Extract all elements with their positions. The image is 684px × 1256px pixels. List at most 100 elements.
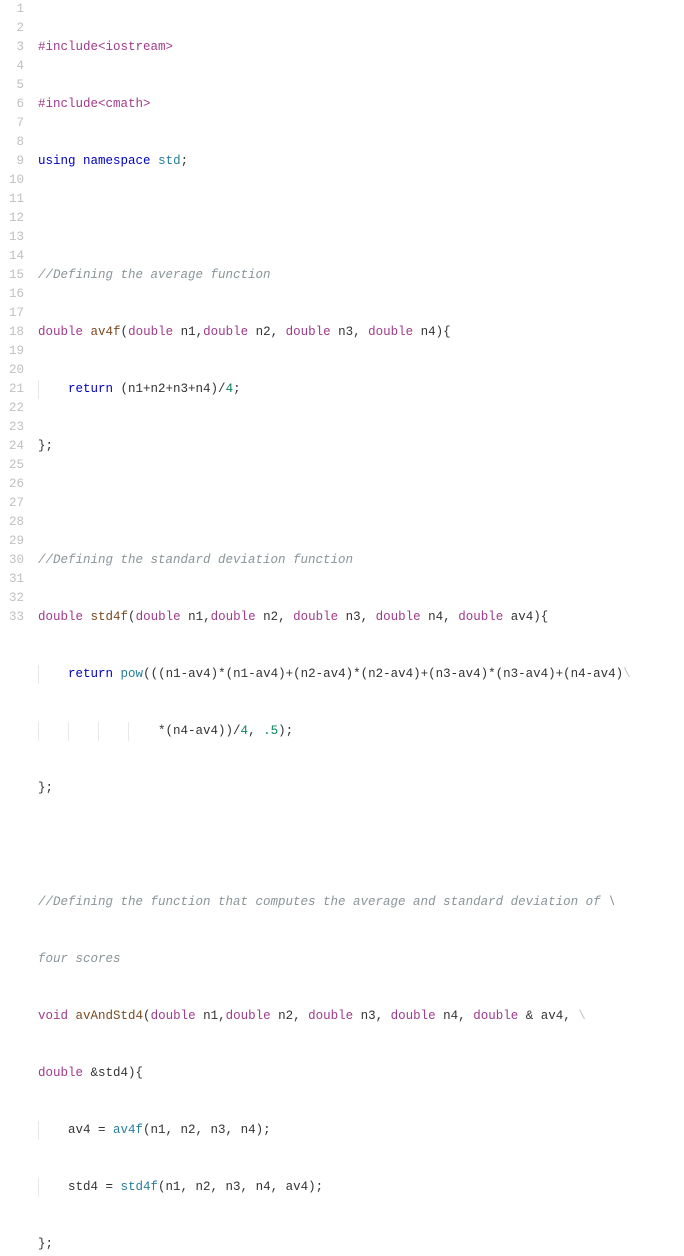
line-number: 31 [0, 570, 24, 589]
punct-token: }; [38, 1237, 53, 1251]
line-number: 32 [0, 589, 24, 608]
call-token: pow [121, 667, 144, 681]
keyword-token: using [38, 154, 76, 168]
continuation-token: \ [623, 667, 631, 681]
code-line[interactable]: //Defining the average function [38, 266, 684, 285]
line-number: 3 [0, 38, 24, 57]
function-token: avAndStd4 [76, 1009, 144, 1023]
code-line[interactable] [38, 836, 684, 855]
code-line[interactable]: return (n1+n2+n3+n4)/4; [38, 380, 684, 399]
punct-token: }; [38, 781, 53, 795]
line-number: 24 [0, 437, 24, 456]
preproc-token: #include [38, 97, 98, 111]
ident-token: n1, [196, 1009, 226, 1023]
expr-token: (((n1-av4)*(n1-av4)+(n2-av4)*(n2-av4)+(n… [143, 667, 623, 681]
punct-token: ); [278, 724, 293, 738]
line-number: 16 [0, 285, 24, 304]
ident-token: n2, [256, 610, 294, 624]
continuation-token: \ [578, 1009, 586, 1023]
type-token: double [293, 610, 338, 624]
code-line[interactable]: av4 = av4f(n1, n2, n3, n4); [38, 1121, 684, 1140]
ident-token: n1, [173, 325, 203, 339]
line-number: 26 [0, 475, 24, 494]
type-token: void [38, 1009, 68, 1023]
code-line[interactable]: //Defining the standard deviation functi… [38, 551, 684, 570]
code-line[interactable]: std4 = std4f(n1, n2, n3, n4, av4); [38, 1178, 684, 1197]
call-token: std4f [121, 1180, 159, 1194]
line-number: 33 [0, 608, 24, 627]
expr-token: av4 = [68, 1123, 113, 1137]
line-number: 23 [0, 418, 24, 437]
line-number: 6 [0, 95, 24, 114]
punct-token: ( [143, 1009, 151, 1023]
punct-token: ; [181, 154, 189, 168]
ident-token: av4){ [503, 610, 548, 624]
type-token: double [203, 325, 248, 339]
line-number-gutter: 1 2 3 4 5 6 7 8 9 10 11 12 13 14 15 16 1… [0, 0, 38, 1256]
expr-token: *(n4-av4))/ [158, 724, 241, 738]
comment-token: //Defining the standard deviation functi… [38, 553, 353, 567]
code-line[interactable]: double std4f(double n1,double n2, double… [38, 608, 684, 627]
line-number: 27 [0, 494, 24, 513]
expr-token: (n1, n2, n3, n4); [143, 1123, 271, 1137]
ident-token: n2, [248, 325, 286, 339]
line-number: 17 [0, 304, 24, 323]
ident-token: n4, [436, 1009, 474, 1023]
function-token: std4f [91, 610, 129, 624]
continuation-token: \ [608, 895, 616, 909]
code-line[interactable]: }; [38, 437, 684, 456]
line-number: 15 [0, 266, 24, 285]
ident-token: n1, [181, 610, 211, 624]
line-number: 9 [0, 152, 24, 171]
type-token: double [376, 610, 421, 624]
code-line[interactable]: #include<cmath> [38, 95, 684, 114]
expr-token: (n1+n2+n3+n4)/ [113, 382, 226, 396]
type-token: double [128, 325, 173, 339]
function-token: av4f [91, 325, 121, 339]
type-token: double [38, 610, 83, 624]
code-editor[interactable]: 1 2 3 4 5 6 7 8 9 10 11 12 13 14 15 16 1… [0, 0, 684, 1256]
type-token: double [38, 1066, 83, 1080]
punct-token: ( [121, 325, 129, 339]
code-line[interactable]: }; [38, 779, 684, 798]
comment-token: //Defining the function that computes th… [38, 895, 608, 909]
number-token: .5 [263, 724, 278, 738]
line-number: 5 [0, 76, 24, 95]
type-token: double [151, 1009, 196, 1023]
code-line[interactable]: }; [38, 1235, 684, 1254]
ident-token: n4){ [413, 325, 451, 339]
type-token: double [226, 1009, 271, 1023]
type-token: double [458, 610, 503, 624]
expr-token: std4 = [68, 1180, 121, 1194]
comment-token: //Defining the average function [38, 268, 271, 282]
type-token: double [473, 1009, 518, 1023]
line-number: 30 [0, 551, 24, 570]
line-number: 21 [0, 380, 24, 399]
keyword-token: return [68, 382, 113, 396]
code-line[interactable]: using namespace std; [38, 152, 684, 171]
code-line[interactable]: void avAndStd4(double n1,double n2, doub… [38, 1007, 684, 1026]
code-line[interactable]: *(n4-av4))/4, .5); [38, 722, 684, 741]
code-line[interactable]: return pow(((n1-av4)*(n1-av4)+(n2-av4)*(… [38, 665, 684, 684]
line-number: 12 [0, 209, 24, 228]
include-token: <iostream> [98, 40, 173, 54]
punct-token: ; [233, 382, 241, 396]
ident-token: n3, [338, 610, 376, 624]
ident-token: n4, [421, 610, 459, 624]
code-line[interactable]: double av4f(double n1,double n2, double … [38, 323, 684, 342]
line-number: 22 [0, 399, 24, 418]
code-line[interactable]: #include<iostream> [38, 38, 684, 57]
ident-token: & av4, [518, 1009, 578, 1023]
code-line[interactable]: four scores [38, 950, 684, 969]
type-token: double [136, 610, 181, 624]
line-number: 20 [0, 361, 24, 380]
type-token: double [38, 325, 83, 339]
code-line[interactable]: //Defining the function that computes th… [38, 893, 684, 912]
code-line[interactable] [38, 209, 684, 228]
punct-token: , [248, 724, 263, 738]
code-line[interactable] [38, 494, 684, 513]
code-content[interactable]: #include<iostream> #include<cmath> using… [38, 0, 684, 1256]
code-line[interactable]: double &std4){ [38, 1064, 684, 1083]
line-number: 7 [0, 114, 24, 133]
line-number: 28 [0, 513, 24, 532]
